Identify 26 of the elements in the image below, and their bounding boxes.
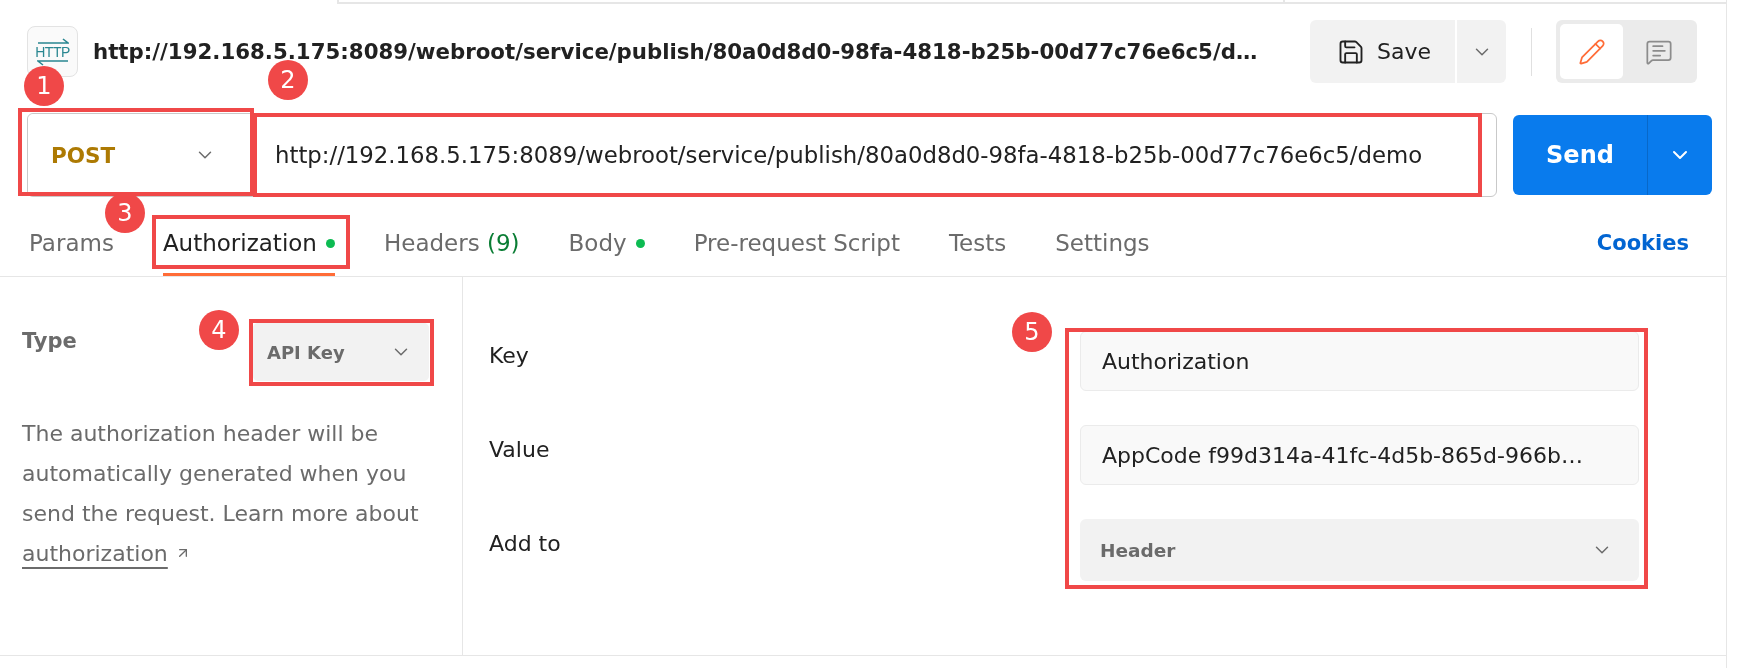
request-tab[interactable]: Tests <box>948 215 1007 276</box>
request-tab[interactable]: Headers (9) <box>383 215 520 276</box>
text-input-field[interactable]: AppCode f99d314a-41fc-4d5b-865d-966b… <box>1080 425 1639 485</box>
learn-more-link[interactable]: authorization <box>22 541 168 566</box>
edit-mode-button[interactable] <box>1560 24 1623 79</box>
save-button[interactable]: Save <box>1310 20 1455 83</box>
text-input-field[interactable]: Authorization <box>1080 331 1639 391</box>
request-tab[interactable]: Settings <box>1055 215 1150 276</box>
field-label: Value <box>489 436 551 464</box>
dropdown-field[interactable]: Header <box>1080 519 1639 581</box>
step-number-badge: 4 <box>199 310 239 350</box>
type-label: Type <box>22 328 77 354</box>
cookies-link[interactable]: Cookies <box>1596 215 1689 257</box>
auth-description: The authorization header will be automatically generated when you send the request. Learn more about authorization <box>22 420 420 568</box>
step-number-badge: 1 <box>24 66 64 106</box>
request-tab[interactable]: Body <box>568 215 645 276</box>
step-number-badge: 5 <box>1012 312 1052 352</box>
request-tab[interactable]: Authorization <box>162 215 335 276</box>
pencil-icon <box>1577 37 1606 66</box>
request-tab[interactable]: Pre-request Script <box>693 215 900 276</box>
step-number-badge: 2 <box>268 60 308 100</box>
step-number-badge: 3 <box>104 193 145 233</box>
auth-type-select[interactable]: API Key <box>253 323 429 381</box>
protocol-label: HTTP <box>35 44 70 59</box>
send-button[interactable]: Send <box>1513 115 1647 195</box>
field-label: Add to <box>489 530 562 558</box>
